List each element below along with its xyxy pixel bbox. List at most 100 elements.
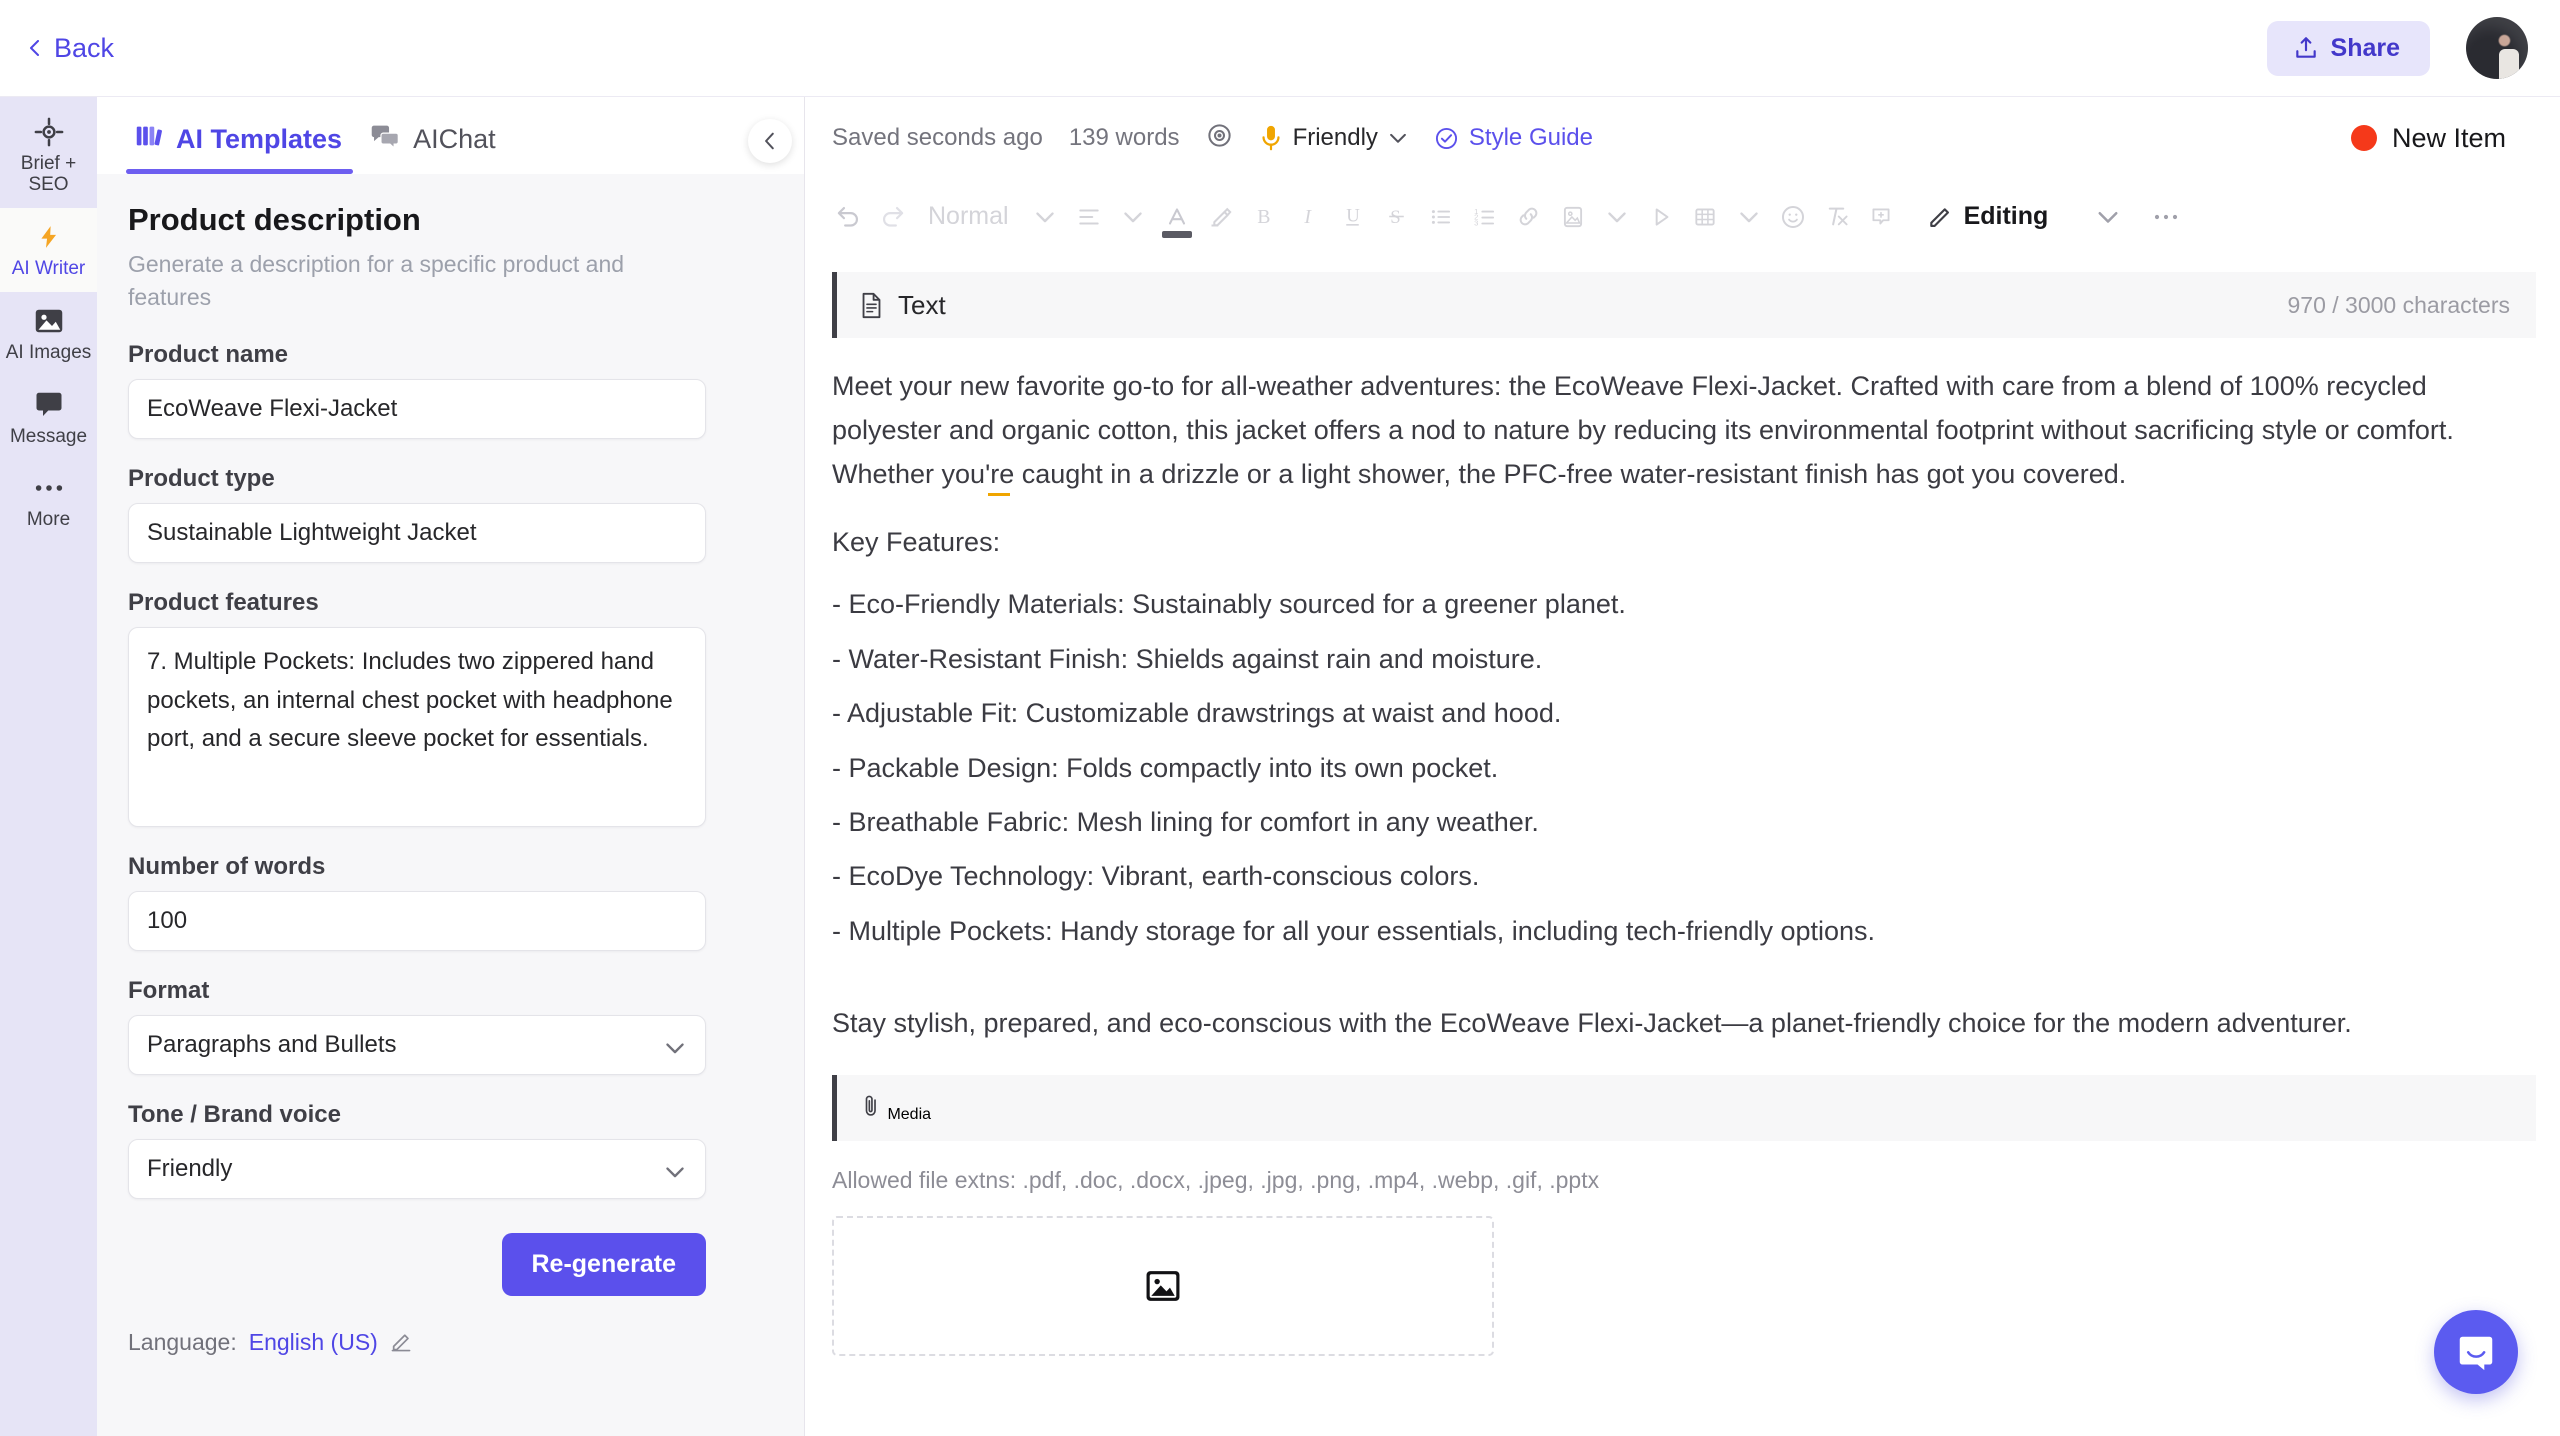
strikethrough-icon[interactable]: S: [1375, 194, 1419, 240]
sidebar-item-ai-writer[interactable]: AI Writer: [0, 207, 97, 292]
image-placeholder-icon: [1146, 1271, 1180, 1302]
editing-mode-button[interactable]: Editing: [1927, 202, 2049, 231]
tab-ai-templates[interactable]: AI Templates: [126, 123, 361, 174]
template-subtitle: Generate a description for a specific pr…: [128, 251, 625, 311]
chevron-down-icon[interactable]: [1111, 194, 1155, 240]
clear-formatting-icon[interactable]: [1815, 194, 1859, 240]
avatar[interactable]: [2466, 17, 2528, 79]
share-upload-icon: [2295, 37, 2316, 58]
sidebar-item-label: Brief + SEO: [20, 153, 77, 195]
field-label: Tone / Brand voice: [128, 1100, 341, 1128]
microphone-icon: [1261, 125, 1280, 151]
bold-icon[interactable]: B: [1243, 194, 1287, 240]
intercom-chat-button[interactable]: [2434, 1310, 2518, 1394]
chevron-down-icon[interactable]: [2086, 194, 2130, 240]
sidebar-item-message[interactable]: Message: [0, 376, 97, 460]
share-label: Share: [2330, 33, 2400, 62]
field-format: Format: [128, 977, 768, 1075]
lightning-icon: [36, 222, 62, 252]
tab-label: AIChat: [413, 124, 496, 154]
chevron-down-icon[interactable]: [1595, 194, 1639, 240]
product-features-textarea[interactable]: 7. Multiple Pockets: Includes two zipper…: [128, 626, 706, 827]
chevron-down-icon[interactable]: [1023, 194, 1067, 240]
tab-aichat[interactable]: AIChat: [361, 123, 515, 174]
insert-image-icon[interactable]: [1551, 194, 1595, 240]
feature-item: - Packable Design: Folds compactly into …: [832, 752, 1499, 783]
paperclip-icon: [865, 1095, 876, 1116]
back-button[interactable]: Back: [27, 33, 114, 64]
underline-icon[interactable]: U: [1331, 194, 1375, 240]
chat-bubble-icon: [2459, 1336, 2493, 1371]
field-product-name: Product name: [128, 341, 768, 439]
field-label: Product name: [128, 340, 289, 368]
paragraph-intro: Meet your new favorite go-to for all-wea…: [832, 364, 2520, 496]
more-options-icon[interactable]: [2144, 194, 2188, 240]
field-tone: Tone / Brand voice: [128, 1101, 768, 1199]
insert-table-icon[interactable]: [1683, 194, 1727, 240]
product-type-input[interactable]: [128, 502, 706, 563]
regenerate-row: Re-generate: [128, 1232, 706, 1296]
sidebar-item-label: Message: [9, 425, 88, 447]
insert-video-icon[interactable]: [1639, 194, 1683, 240]
sidebar-item-more[interactable]: More: [0, 459, 97, 543]
italic-icon[interactable]: I: [1287, 194, 1331, 240]
field-product-type: Product type: [128, 465, 768, 563]
preview-eye-icon[interactable]: [1206, 122, 1233, 154]
editing-label: Editing: [1963, 202, 2049, 230]
edit-pencil-icon[interactable]: [390, 1331, 412, 1353]
link-icon[interactable]: [1507, 194, 1551, 240]
templates-icon: [135, 123, 163, 156]
redo-icon[interactable]: [870, 194, 914, 240]
document-editor: Saved seconds ago 139 words Friendly Sty…: [806, 97, 2560, 1436]
allowed-extensions-text: Allowed file extns: .pdf, .doc, .docx, .…: [832, 1167, 1600, 1194]
image-icon: [34, 306, 64, 336]
number-of-words-input[interactable]: [128, 890, 706, 951]
chat-icon: [370, 123, 400, 156]
top-bar: Back Share: [0, 0, 2560, 97]
saved-status: Saved seconds ago: [832, 124, 1043, 151]
panel-tab-bar: AI Templates AIChat: [97, 97, 804, 174]
new-item-button[interactable]: New Item: [2350, 122, 2530, 154]
feature-item: - Breathable Fabric: Mesh lining for com…: [832, 806, 1539, 837]
paragraph-closing: Stay stylish, prepared, and eco-consciou…: [832, 1008, 2352, 1039]
sidebar-item-ai-images[interactable]: AI Images: [0, 292, 97, 376]
feature-item: - Adjustable Fit: Customizable drawstrin…: [832, 698, 1562, 729]
sidebar-item-brief-seo[interactable]: Brief + SEO: [0, 103, 97, 208]
product-name-input[interactable]: [128, 378, 706, 439]
field-label: Format: [128, 976, 210, 1004]
field-label: Product type: [128, 464, 275, 492]
ellipsis-icon: [34, 473, 64, 503]
target-icon: [34, 117, 64, 147]
chevron-down-icon[interactable]: [1727, 194, 1771, 240]
bulleted-list-icon[interactable]: [1419, 194, 1463, 240]
document-content[interactable]: Meet your new favorite go-to for all-wea…: [806, 338, 2560, 1045]
format-select[interactable]: [128, 1014, 706, 1075]
feature-item: - Eco-Friendly Materials: Sustainably so…: [832, 589, 1626, 620]
align-icon[interactable]: [1067, 194, 1111, 240]
media-section-title: Media: [887, 1105, 932, 1123]
regenerate-button[interactable]: Re-generate: [501, 1232, 706, 1296]
collapse-panel-button[interactable]: [748, 119, 792, 163]
tone-select[interactable]: [128, 1138, 706, 1199]
undo-icon[interactable]: [826, 194, 870, 240]
svg-text:3: 3: [1474, 218, 1478, 227]
insert-comment-icon[interactable]: [1859, 194, 1903, 240]
language-prefix: Language:: [128, 1328, 237, 1355]
highlight-icon[interactable]: [1199, 194, 1243, 240]
key-features-heading: Key Features:: [832, 527, 1001, 557]
text-color-icon[interactable]: [1155, 194, 1199, 240]
media-dropzone[interactable]: [832, 1216, 1494, 1357]
field-label: Product features: [128, 588, 319, 616]
ai-templates-panel: AI Templates AIChat Product description …: [97, 97, 805, 1436]
emoji-icon[interactable]: [1771, 194, 1815, 240]
left-icon-rail: Brief + SEO AI Writer AI Images Message: [0, 97, 97, 1436]
tone-select-wrapper: [128, 1138, 706, 1199]
share-button[interactable]: Share: [2266, 20, 2430, 76]
tone-dropdown[interactable]: Friendly: [1259, 124, 1408, 152]
panel-form: Product description Generate a descripti…: [97, 174, 804, 1356]
numbered-list-icon[interactable]: 123: [1463, 194, 1507, 240]
language-value[interactable]: English (US): [249, 1329, 378, 1356]
new-item-label: New Item: [2391, 122, 2506, 153]
style-guide-button[interactable]: Style Guide: [1434, 124, 1593, 152]
paragraph-style-dropdown[interactable]: Normal: [914, 194, 1023, 240]
